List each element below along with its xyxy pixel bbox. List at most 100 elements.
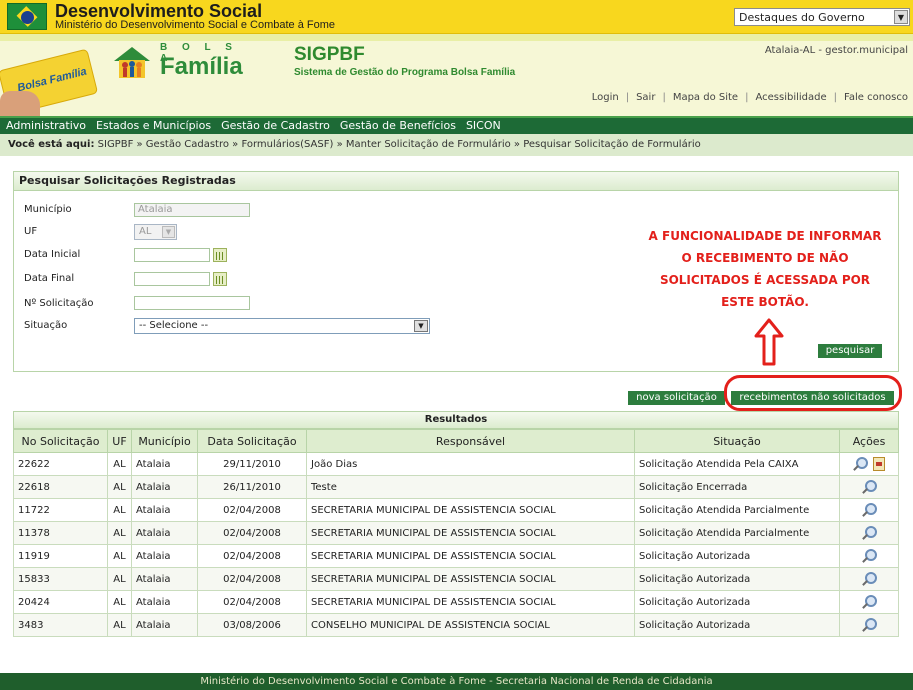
chevron-down-icon: ▼ xyxy=(414,320,428,332)
cell-municipio: Atalaia xyxy=(131,590,198,614)
numero-field[interactable] xyxy=(134,296,250,310)
nav-gestao-cadastro[interactable]: Gestão de Cadastro xyxy=(221,118,330,133)
nova-solicitacao-button[interactable]: nova solicitação xyxy=(628,391,725,405)
calendar-icon[interactable] xyxy=(213,272,227,286)
cell-uf: AL xyxy=(107,475,132,499)
accessibility-link[interactable]: Acessibilidade xyxy=(755,92,826,103)
cell-responsavel: CONSELHO MUNICIPAL DE ASSISTENCIA SOCIAL xyxy=(306,613,635,637)
breadcrumb-path[interactable]: SIGPBF » Gestão Cadastro » Formulários(S… xyxy=(98,139,701,150)
cell-municipio: Atalaia xyxy=(131,567,198,591)
uf-select-value: AL xyxy=(139,226,152,237)
situacao-select[interactable]: -- Selecione -- ▼ xyxy=(134,318,430,334)
nav-gestao-beneficios[interactable]: Gestão de Benefícios xyxy=(340,118,456,133)
cell-acoes xyxy=(839,544,899,568)
cell-acoes xyxy=(839,613,899,637)
chevron-down-icon: ▼ xyxy=(162,226,175,238)
destaques-dropdown[interactable]: Destaques do Governo ▼ xyxy=(734,8,910,26)
nav-estados-municipios[interactable]: Estados e Municípios xyxy=(96,118,211,133)
uf-select: AL ▼ xyxy=(134,224,177,240)
table-row: 20424 AL Atalaia 02/04/2008 SECRETARIA MUNIC… xyxy=(13,590,899,614)
results-table: No Solicitação UF Município Data Solicit… xyxy=(13,429,899,637)
col-responsavel: Responsável xyxy=(306,429,635,453)
cell-situacao: Solicitação Autorizada xyxy=(634,544,840,568)
card-text: Bolsa Família xyxy=(16,65,88,95)
document-exit-icon[interactable] xyxy=(873,457,885,471)
uf-label: UF xyxy=(24,226,38,237)
magnifier-icon[interactable] xyxy=(862,503,877,517)
search-panel-heading: Pesquisar Solicitações Registradas xyxy=(14,172,898,191)
magnifier-icon[interactable] xyxy=(862,526,877,540)
contact-link[interactable]: Fale conosco xyxy=(844,92,908,103)
main-nav: Administrativo Estados e Municípios Gestão… xyxy=(0,116,913,134)
cell-data: 02/04/2008 xyxy=(197,590,307,614)
destaques-dropdown-value: Destaques do Governo xyxy=(739,11,865,24)
numero-label: Nº Solicitação xyxy=(24,298,94,309)
cell-responsavel: SECRETARIA MUNICIPAL DE ASSISTENCIA SOCI… xyxy=(306,567,635,591)
cell-municipio: Atalaia xyxy=(131,613,198,637)
magnifier-icon[interactable] xyxy=(862,572,877,586)
login-link[interactable]: Login xyxy=(592,92,619,103)
cell-uf: AL xyxy=(107,498,132,522)
cell-acoes xyxy=(839,498,899,522)
logo-familia-text: Família xyxy=(160,53,243,80)
user-info: Atalaia-AL - gestor.municipal xyxy=(764,45,908,56)
col-numero: No Solicitação xyxy=(13,429,108,453)
magnifier-icon[interactable] xyxy=(862,549,877,563)
col-data: Data Solicitação xyxy=(197,429,307,453)
cell-situacao: Solicitação Autorizada xyxy=(634,567,840,591)
magnifier-icon[interactable] xyxy=(862,595,877,609)
data-inicial-label: Data Inicial xyxy=(24,249,81,260)
magnifier-icon[interactable] xyxy=(862,480,877,494)
table-row: 15833 AL Atalaia 02/04/2008 SECRETARIA MUNIC… xyxy=(13,567,899,591)
municipio-label: Município xyxy=(24,204,72,215)
cell-municipio: Atalaia xyxy=(131,452,198,476)
results-header-row: No Solicitação UF Município Data Solicit… xyxy=(13,429,899,453)
col-municipio: Município xyxy=(131,429,198,453)
cell-acoes xyxy=(839,452,899,476)
system-title: SIGPBF xyxy=(294,44,365,65)
arrow-up-icon xyxy=(754,318,784,366)
bolsa-familia-logo: B O L S A Família xyxy=(112,40,252,88)
col-situacao: Situação xyxy=(634,429,840,453)
results-title: Resultados xyxy=(13,411,899,429)
highlight-ring xyxy=(724,375,902,411)
cell-uf: AL xyxy=(107,544,132,568)
top-links: Login | Sair | Mapa do Site | Acessibilidade | F… xyxy=(591,92,908,103)
cell-responsavel: SECRETARIA MUNICIPAL DE ASSISTENCIA SOCI… xyxy=(306,498,635,522)
cell-situacao: Solicitação Atendida Parcialmente xyxy=(634,521,840,545)
breadcrumb-prefix: Você está aqui: xyxy=(8,139,95,150)
data-final-field[interactable] xyxy=(134,272,210,286)
cell-municipio: Atalaia xyxy=(131,498,198,522)
gov-subtitle: Ministério do Desenvolvimento Social e C… xyxy=(55,19,336,31)
cell-situacao: Solicitação Atendida Parcialmente xyxy=(634,498,840,522)
cell-numero: 11378 xyxy=(13,521,108,545)
cell-data: 02/04/2008 xyxy=(197,521,307,545)
calendar-icon[interactable] xyxy=(213,248,227,262)
table-row: 3483 AL Atalaia 03/08/2006 CONSELHO MUNICIPA… xyxy=(13,613,899,637)
brazil-flag-icon xyxy=(7,3,47,30)
cell-municipio: Atalaia xyxy=(131,475,198,499)
pesquisar-button[interactable]: pesquisar xyxy=(818,344,882,358)
situacao-label: Situação xyxy=(24,320,68,331)
cell-numero: 3483 xyxy=(13,613,108,637)
cell-uf: AL xyxy=(107,613,132,637)
nav-administrativo[interactable]: Administrativo xyxy=(6,118,86,133)
cell-data: 03/08/2006 xyxy=(197,613,307,637)
house-family-icon xyxy=(114,47,150,78)
magnifier-icon[interactable] xyxy=(862,618,877,632)
cell-situacao: Solicitação Encerrada xyxy=(634,475,840,499)
cell-acoes xyxy=(839,521,899,545)
cell-data: 26/11/2010 xyxy=(197,475,307,499)
cell-numero: 22618 xyxy=(13,475,108,499)
cell-situacao: Solicitação Autorizada xyxy=(634,590,840,614)
data-inicial-field[interactable] xyxy=(134,248,210,262)
logout-link[interactable]: Sair xyxy=(636,92,655,103)
cell-numero: 22622 xyxy=(13,452,108,476)
cell-data: 29/11/2010 xyxy=(197,452,307,476)
nav-sicon[interactable]: SICON xyxy=(466,118,501,133)
data-final-label: Data Final xyxy=(24,273,75,284)
sitemap-link[interactable]: Mapa do Site xyxy=(673,92,738,103)
magnifier-icon[interactable] xyxy=(853,457,868,471)
cell-uf: AL xyxy=(107,590,132,614)
cell-responsavel: SECRETARIA MUNICIPAL DE ASSISTENCIA SOCI… xyxy=(306,521,635,545)
